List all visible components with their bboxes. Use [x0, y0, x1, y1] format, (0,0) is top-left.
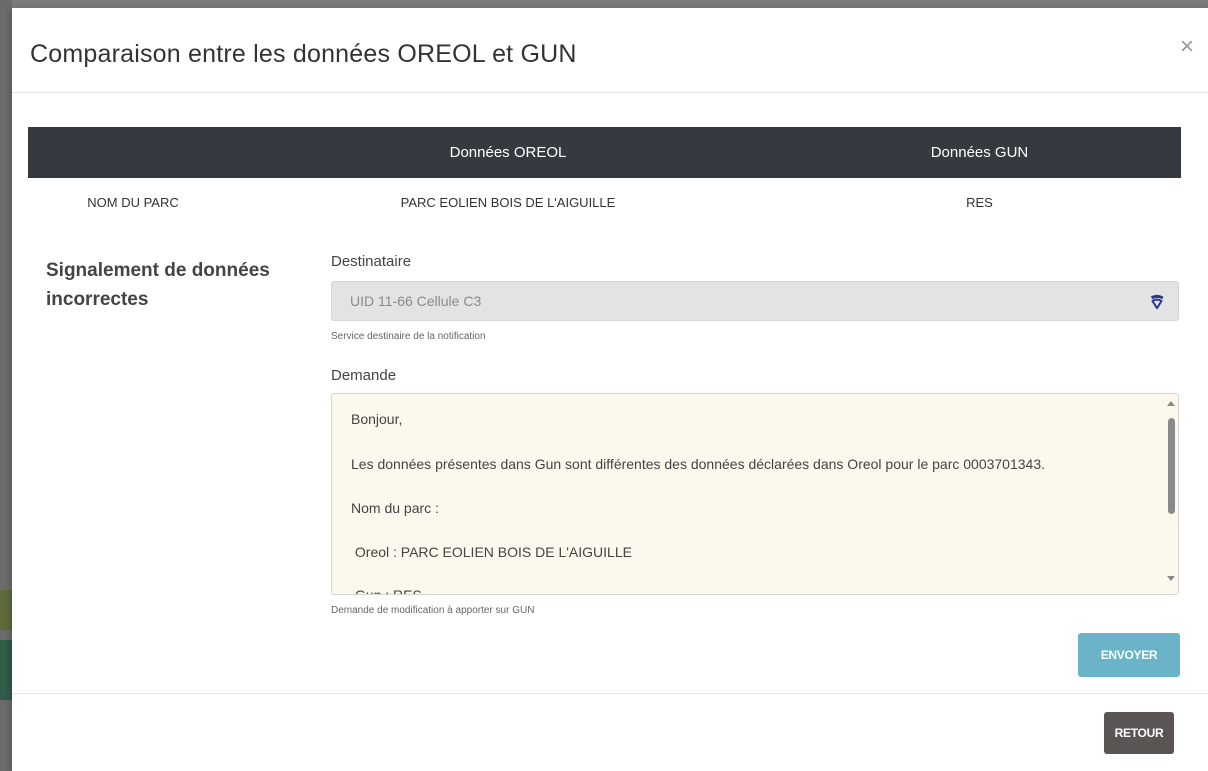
recipient-help: Service destinaire de la notification: [331, 331, 486, 342]
report-title-line1: Signalement de données: [46, 260, 270, 281]
textarea-line: Oreol : PARC EOLIEN BOIS DE L'AIGUILLE: [351, 544, 632, 560]
request-help: Demande de modification à apporter sur G…: [331, 605, 535, 616]
table-header-cell: [28, 127, 238, 178]
recipient-label: Destinataire: [331, 253, 412, 270]
table-cell-oreol: PARC EOLIEN BOIS DE L'AIGUILLE: [400, 194, 616, 210]
dropdown-brand-icon[interactable]: [1148, 292, 1166, 310]
comparison-table: Données OREOL Données GUN NOM DU PARC PA…: [28, 127, 1181, 226]
footer-divider: [12, 693, 1208, 694]
recipient-value: UID 11-66 Cellule C3: [350, 293, 482, 309]
textarea-scrollbar[interactable]: [1164, 394, 1178, 594]
table-header-row: Données OREOL Données GUN: [28, 127, 1181, 178]
table-cell-gun: RES: [966, 194, 993, 210]
textarea-line: Bonjour,: [351, 411, 403, 427]
modal-header: Comparaison entre les données OREOL et G…: [12, 8, 1208, 93]
close-icon[interactable]: ×: [1176, 35, 1198, 59]
comparison-modal: Comparaison entre les données OREOL et G…: [12, 8, 1208, 771]
scroll-down-arrow-icon[interactable]: [1167, 576, 1175, 581]
textarea-line: Nom du parc :: [351, 500, 439, 516]
recipient-select[interactable]: UID 11-66 Cellule C3: [331, 281, 1179, 321]
scroll-up-arrow-icon[interactable]: [1167, 401, 1175, 406]
modal-title: Comparaison entre les données OREOL et G…: [30, 40, 577, 68]
backdrop-fragment: [0, 640, 12, 700]
back-button[interactable]: RETOUR: [1104, 712, 1174, 754]
request-label: Demande: [331, 367, 397, 384]
table-row: NOM DU PARC PARC EOLIEN BOIS DE L'AIGUIL…: [28, 178, 1181, 226]
scrollbar-thumb[interactable]: [1168, 418, 1175, 514]
page-backdrop: [0, 0, 12, 771]
send-button[interactable]: ENVOYER: [1078, 633, 1180, 677]
request-textarea[interactable]: Bonjour, Les données présentes dans Gun …: [331, 393, 1179, 595]
report-section-title: Signalement de données incorrectes: [46, 256, 270, 314]
table-header-cell: Données GUN: [930, 144, 1029, 161]
table-header-cell: Données OREOL: [449, 144, 567, 161]
report-title-line2: incorrectes: [46, 289, 149, 310]
textarea-line: Les données présentes dans Gun sont diff…: [351, 456, 1046, 472]
textarea-line: Gun : RES: [351, 587, 422, 595]
table-cell-field: NOM DU PARC: [87, 194, 179, 210]
backdrop-fragment: [0, 590, 12, 630]
